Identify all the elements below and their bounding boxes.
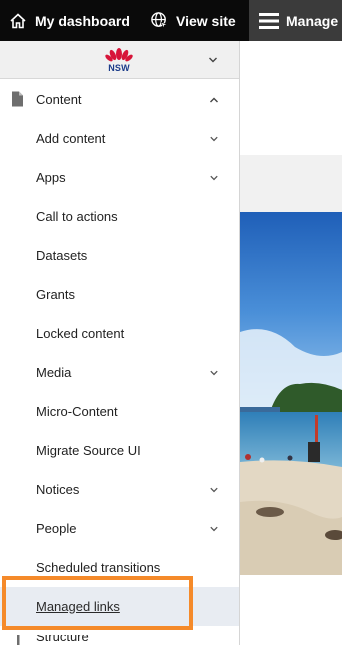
menu-item-label: Grants	[36, 287, 76, 302]
menu-item-migrate-source-ui[interactable]: Migrate Source UI	[0, 431, 239, 470]
view-site-label: View site	[176, 12, 236, 29]
chevron-down-icon[interactable]	[209, 173, 219, 183]
view-site-link[interactable]: View site	[150, 0, 236, 41]
menu-item-apps[interactable]: Apps	[0, 158, 239, 197]
menu-item-label: People	[36, 521, 77, 536]
highlight-box	[2, 576, 193, 630]
manage-button[interactable]: Manage	[249, 0, 342, 41]
admin-sidebar: NSW Content Add content Apps Call to actio…	[0, 41, 240, 645]
menu-item-content[interactable]: Content	[0, 80, 239, 119]
menu-item-label: Structure	[36, 635, 89, 644]
menu-item-people[interactable]: People	[0, 509, 239, 548]
menu-item-call-to-actions[interactable]: Call to actions	[0, 197, 239, 236]
chevron-down-icon[interactable]	[209, 485, 219, 495]
menu-item-label: Datasets	[36, 248, 88, 263]
menu-item-media[interactable]: Media	[0, 353, 239, 392]
menu-item-label: Call to actions	[36, 209, 118, 224]
nsw-logo-text: NSW	[108, 63, 130, 73]
menu-item-label: Media	[36, 365, 72, 380]
menu-item-add-content[interactable]: Add content	[0, 119, 239, 158]
page-banner-strip	[240, 155, 342, 212]
home-icon	[10, 12, 26, 28]
menu-item-label: Notices	[36, 482, 80, 497]
menu-item-label: Locked content	[36, 326, 125, 341]
menu-item-locked-content[interactable]: Locked content	[0, 314, 239, 353]
my-dashboard-label: My dashboard	[35, 12, 130, 29]
menu-item-structure[interactable]: Structure	[0, 635, 239, 645]
chevron-up-icon[interactable]	[209, 95, 219, 105]
manage-label: Manage	[286, 12, 339, 29]
hero-image	[240, 212, 342, 575]
menu-item-label: Micro-Content	[36, 404, 118, 419]
menu-item-label: Apps	[36, 170, 66, 185]
chevron-down-icon[interactable]	[209, 368, 219, 378]
menu-item-notices[interactable]: Notices	[0, 470, 239, 509]
menu-item-label: Content	[36, 92, 82, 107]
sidebar-header[interactable]: NSW	[0, 41, 239, 79]
menu-item-micro-content[interactable]: Micro-Content	[0, 392, 239, 431]
menu-item-datasets[interactable]: Datasets	[0, 236, 239, 275]
chevron-down-icon[interactable]	[208, 55, 218, 65]
menu-item-label: Migrate Source UI	[36, 443, 141, 458]
menu-item-grants[interactable]: Grants	[0, 275, 239, 314]
my-dashboard-link[interactable]: My dashboard	[9, 0, 130, 41]
menu-item-label: Add content	[36, 131, 106, 146]
chevron-down-icon[interactable]	[209, 134, 219, 144]
document-icon	[12, 91, 23, 107]
wrench-icon	[17, 635, 20, 645]
chevron-down-icon[interactable]	[209, 524, 219, 534]
globe-icon	[151, 12, 169, 30]
hamburger-icon	[259, 12, 279, 29]
admin-toolbar: My dashboard View site Manage	[0, 0, 342, 41]
